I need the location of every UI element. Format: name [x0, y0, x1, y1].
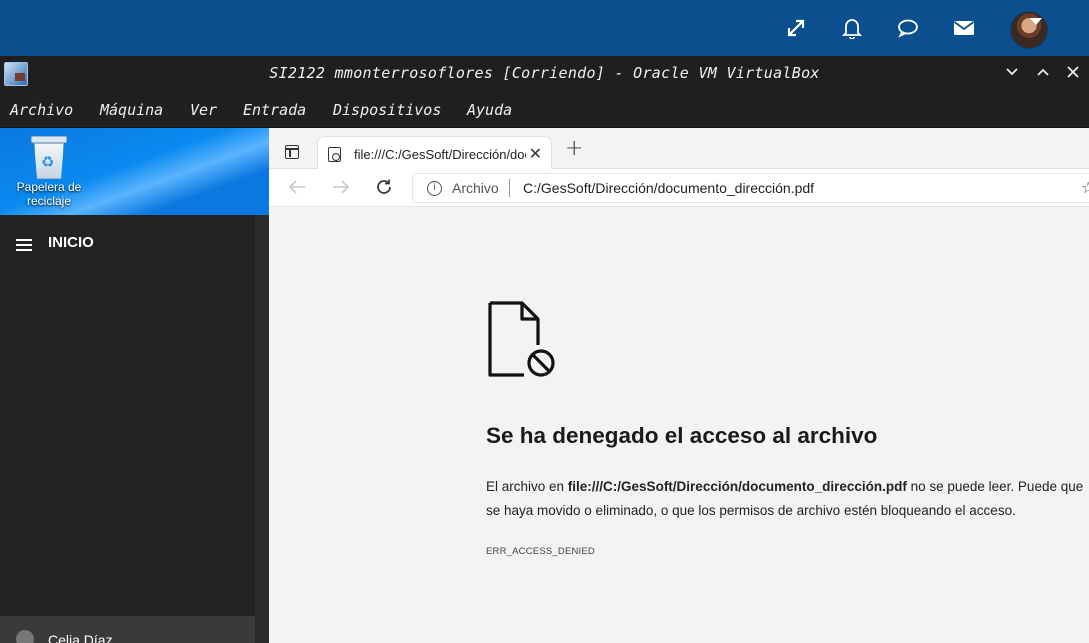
error-code: ERR_ACCESS_DENIED — [486, 546, 595, 557]
blocked-file-icon — [328, 147, 341, 162]
recycle-bin-label: Papelera de reciclaje — [16, 180, 82, 208]
recycle-bin-shortcut[interactable]: ♻ Papelera de reciclaje — [14, 136, 84, 208]
vbox-menu-bar: Archivo Máquina Ver Entrada Dispositivos… — [0, 92, 1089, 128]
tab-label: file:///C:/GesSoft/Dirección/documento_d… — [354, 147, 526, 162]
bell-icon[interactable] — [838, 14, 866, 42]
browser-window: file:///C:/GesSoft/Dirección/documento_d… — [269, 128, 1089, 643]
chevron-down-icon[interactable] — [1030, 18, 1042, 25]
error-file-path: file:///C:/GesSoft/Dirección/documento_d… — [567, 479, 907, 494]
new-tab-icon[interactable]: + — [565, 138, 583, 160]
maximize-icon[interactable] — [1034, 65, 1052, 83]
recycle-bin-icon: ♻ — [31, 136, 67, 180]
user-name: Celia Díaz — [48, 632, 113, 643]
address-scheme: Archivo — [452, 180, 499, 196]
close-icon[interactable] — [1064, 65, 1082, 83]
menu-dispositivos[interactable]: Dispositivos — [333, 101, 441, 119]
user-icon — [16, 630, 34, 643]
error-title: Se ha denegado el acceso al archivo — [486, 423, 878, 448]
blocked-document-icon — [486, 299, 558, 379]
menu-ver[interactable]: Ver — [190, 101, 217, 119]
start-user-row[interactable]: Celia Díaz — [0, 616, 255, 643]
address-url[interactable]: C:/GesSoft/Dirección/documento_dirección… — [523, 180, 814, 196]
start-menu-rail — [0, 215, 255, 643]
chat-icon[interactable] — [894, 14, 922, 42]
tab-actions-icon[interactable] — [285, 145, 299, 159]
browser-toolbar: i Archivo C:/GesSoft/Dirección/documento… — [269, 169, 1089, 207]
tab-active[interactable]: file:///C:/GesSoft/Dirección/documento_d… — [317, 136, 552, 170]
refresh-icon[interactable] — [375, 178, 393, 200]
tab-strip: file:///C:/GesSoft/Dirección/documento_d… — [269, 128, 1089, 170]
vbox-title-bar: SI2122 mmonterrosoflores [Corriendo] - O… — [0, 56, 1089, 92]
host-top-bar — [0, 0, 1089, 56]
info-icon[interactable]: i — [427, 181, 442, 196]
error-message-prefix: El archivo en — [486, 479, 568, 494]
menu-entrada[interactable]: Entrada — [243, 101, 306, 119]
address-divider — [509, 179, 510, 197]
expand-icon[interactable] — [782, 14, 810, 42]
back-icon[interactable] — [287, 178, 307, 200]
menu-maquina[interactable]: Máquina — [100, 101, 163, 119]
error-message: El archivo en file:///C:/GesSoft/Direcci… — [486, 475, 1086, 523]
error-page: Se ha denegado el acceso al archivo El a… — [269, 207, 1089, 643]
screen: SI2122 mmonterrosoflores [Corriendo] - O… — [0, 0, 1089, 643]
mail-icon[interactable] — [950, 14, 978, 42]
user-avatar[interactable] — [1010, 11, 1048, 49]
guest-screen: ♻ Papelera de reciclaje INICIO Celia Día… — [0, 128, 1089, 643]
forward-icon[interactable] — [331, 178, 351, 200]
start-menu-title: INICIO — [48, 234, 94, 251]
favorite-star-icon[interactable]: ☆ — [1081, 178, 1089, 197]
hamburger-menu-icon[interactable] — [16, 239, 32, 251]
tab-close-icon[interactable]: ✕ — [529, 144, 542, 163]
menu-archivo[interactable]: Archivo — [10, 101, 73, 119]
address-bar[interactable]: i Archivo C:/GesSoft/Dirección/documento… — [412, 173, 1089, 203]
minimize-icon[interactable] — [1003, 65, 1021, 83]
window-title: SI2122 mmonterrosoflores [Corriendo] - O… — [269, 64, 820, 82]
menu-ayuda[interactable]: Ayuda — [467, 101, 512, 119]
